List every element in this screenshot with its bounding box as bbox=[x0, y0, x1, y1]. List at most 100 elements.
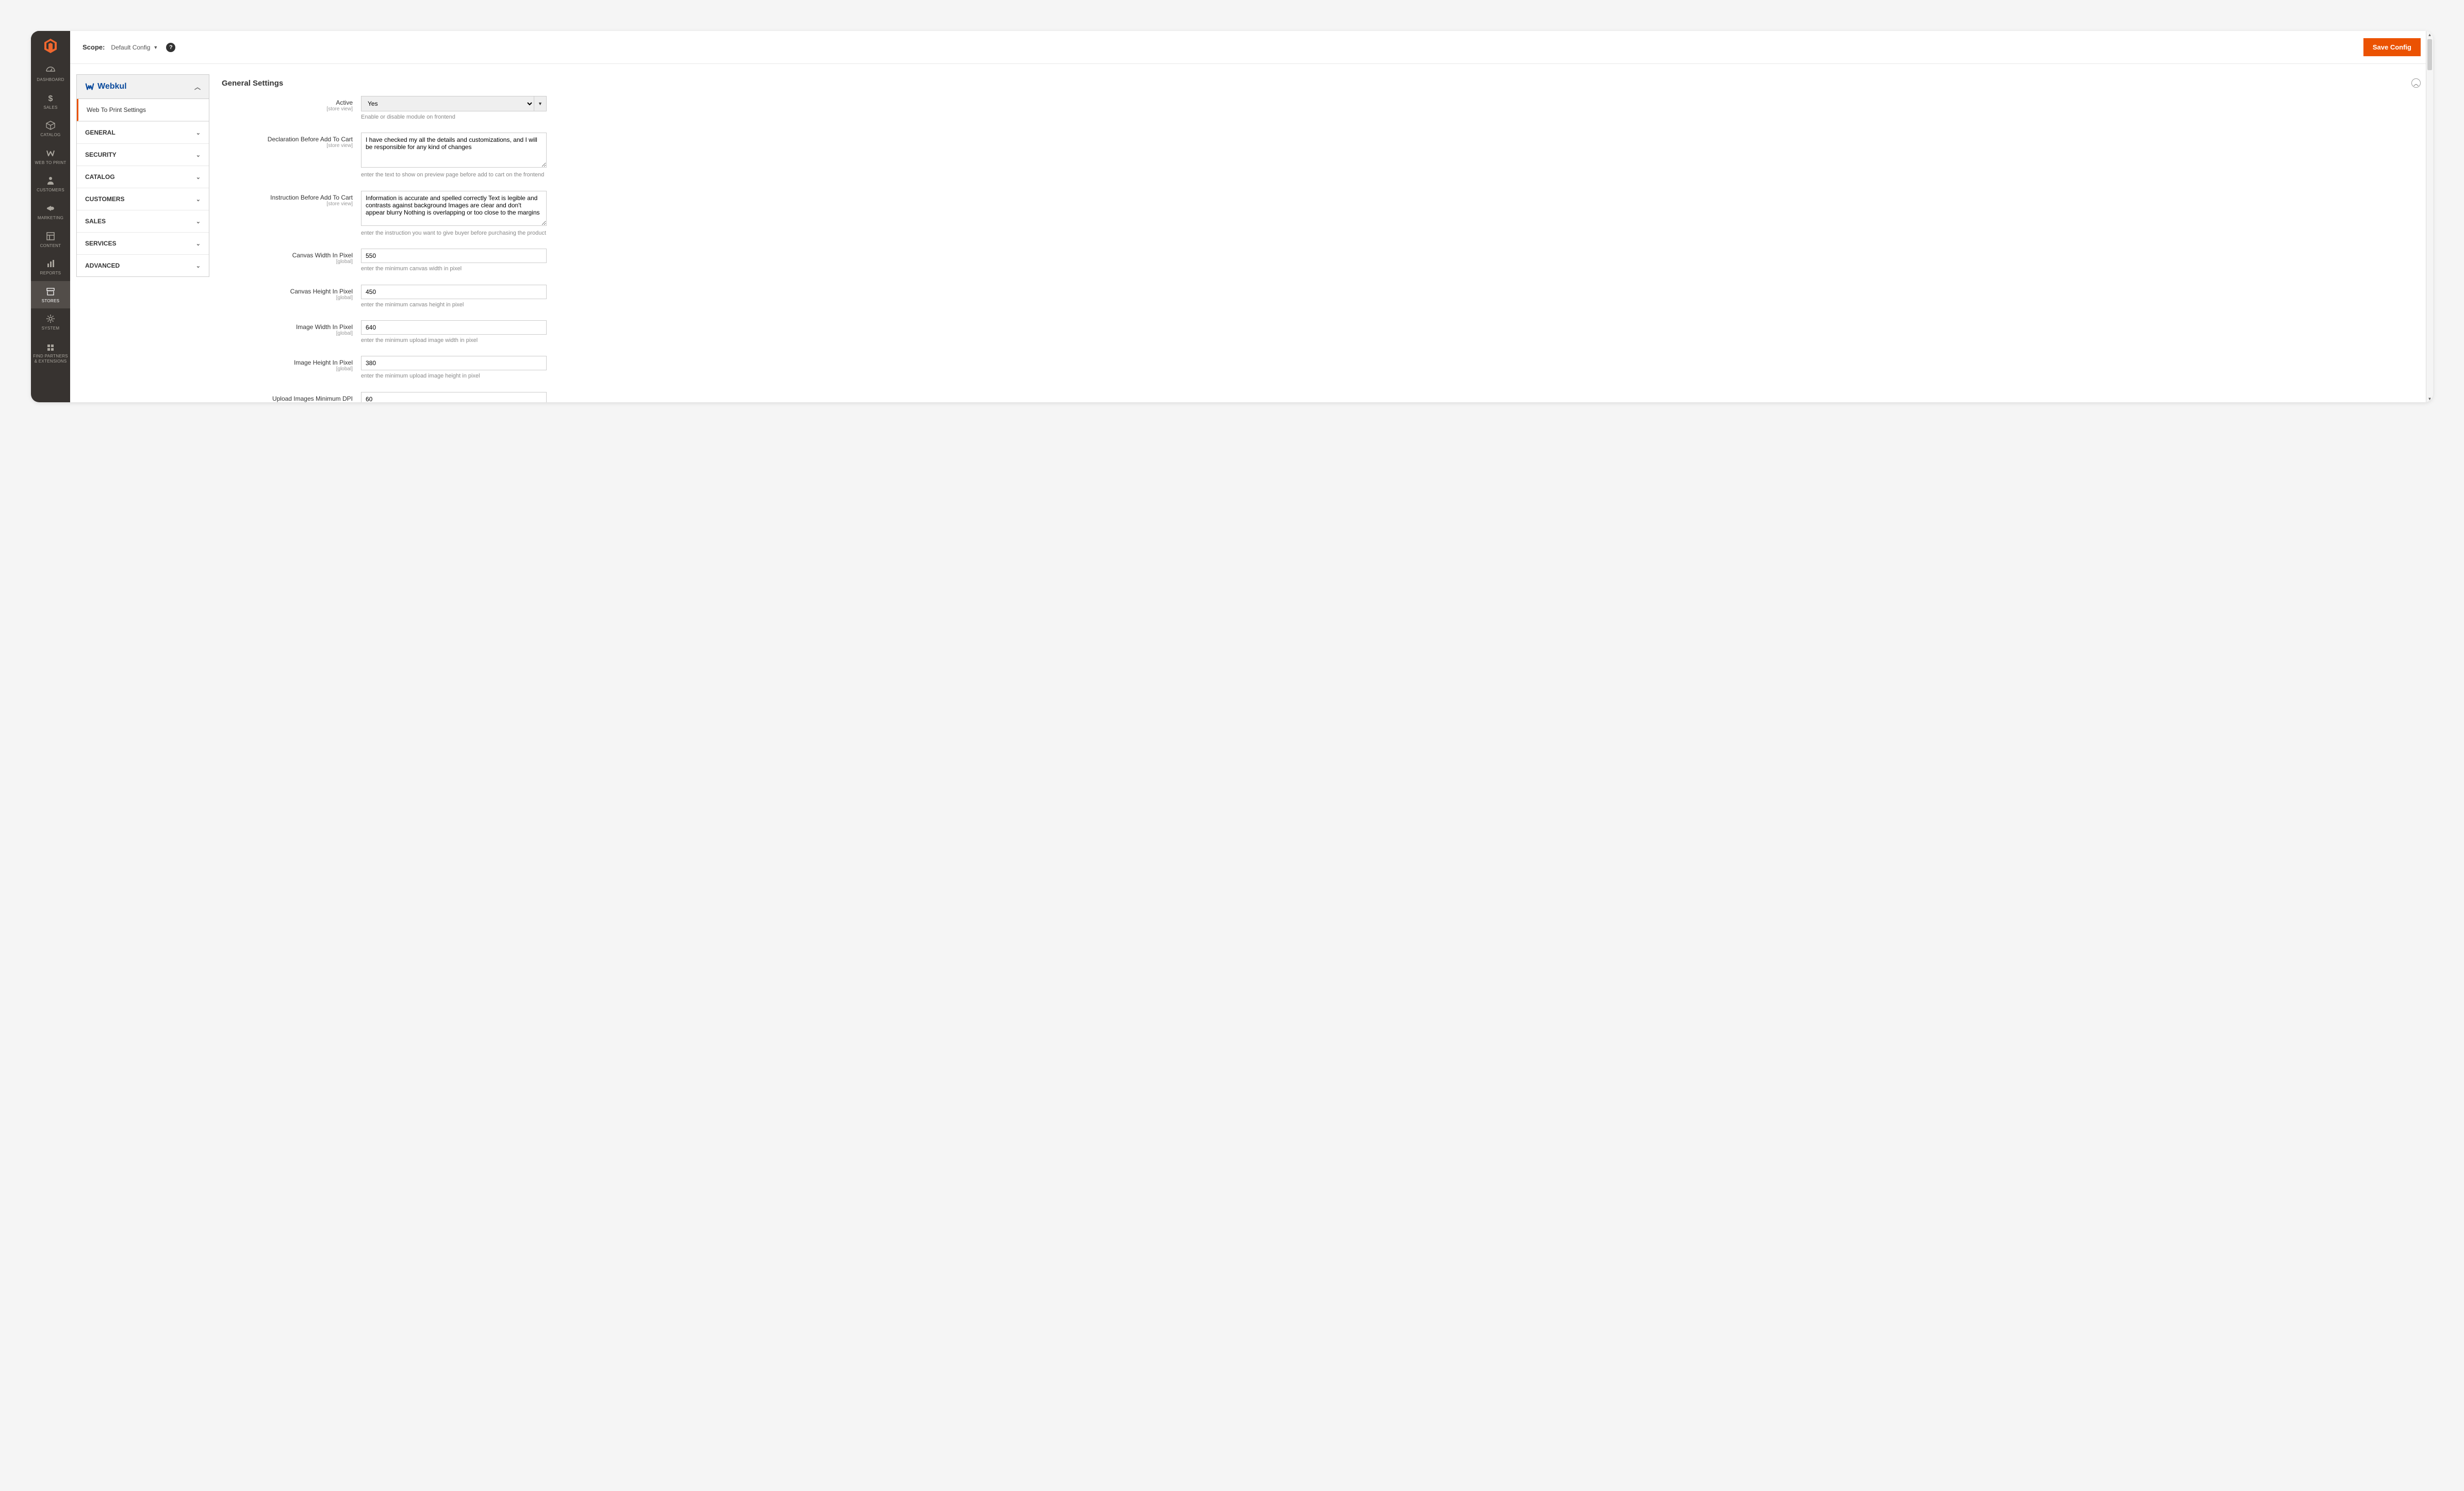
accordion-header-webkul[interactable]: Webkul ︿ bbox=[77, 75, 209, 99]
nav-label: MARKETING bbox=[38, 216, 63, 221]
nav-item-box[interactable]: CATALOG bbox=[31, 115, 70, 143]
help-icon[interactable]: ? bbox=[166, 43, 175, 52]
nav-label: CONTENT bbox=[40, 243, 61, 249]
megaphone-icon bbox=[45, 203, 56, 214]
form-row-0: Active[store view]Yes▼ Enable or disable … bbox=[222, 96, 2421, 121]
nav-item-content[interactable]: CONTENT bbox=[31, 226, 70, 254]
label-text: Upload Images Minimum DPI bbox=[222, 395, 353, 402]
field-control: I have checked my all the details and cu… bbox=[361, 133, 547, 179]
scroll-thumb[interactable] bbox=[2427, 39, 2432, 70]
input-image-width-in-pixel[interactable] bbox=[361, 320, 547, 335]
field-help-text: enter the text to show on preview page b… bbox=[361, 171, 547, 179]
scope-selector[interactable]: Default Config bbox=[111, 44, 150, 51]
accordion-item-services[interactable]: SERVICES⌄ bbox=[77, 232, 209, 254]
field-control: enter the minimum upload image width in … bbox=[361, 320, 547, 345]
input-image-height-in-pixel[interactable] bbox=[361, 356, 547, 370]
label-text: Instruction Before Add To Cart bbox=[222, 194, 353, 201]
nav-item-chart[interactable]: REPORTS bbox=[31, 253, 70, 281]
select-active[interactable]: Yes bbox=[361, 96, 534, 111]
accordion-label: CATALOG bbox=[85, 173, 115, 181]
dropdown-arrow-icon[interactable]: ▼ bbox=[153, 45, 158, 50]
nav-item-dashboard[interactable]: DASHBOARD bbox=[31, 60, 70, 88]
section-header-general-settings[interactable]: General Settings ︿ bbox=[222, 74, 2421, 96]
accordion-label: ADVANCED bbox=[85, 262, 120, 269]
field-label: Active[store view] bbox=[222, 96, 361, 121]
form-row-5: Image Width In Pixel[global]enter the mi… bbox=[222, 320, 2421, 345]
content-icon bbox=[45, 231, 56, 241]
chevron-down-icon: ⌄ bbox=[196, 218, 201, 225]
nav-label: SALES bbox=[43, 105, 57, 110]
accordion-label: GENERAL bbox=[85, 129, 116, 136]
field-help-text: enter the minimum canvas height in pixel bbox=[361, 301, 547, 309]
scroll-up-arrow-icon[interactable]: ▲ bbox=[2426, 31, 2433, 38]
accordion-item-advanced[interactable]: ADVANCED ⌄ bbox=[77, 254, 209, 276]
nav-label: CUSTOMERS bbox=[37, 188, 64, 193]
input-canvas-width-in-pixel[interactable] bbox=[361, 249, 547, 263]
nav-label: FIND PARTNERS & EXTENSIONS bbox=[33, 354, 68, 364]
field-help-text: enter the minimum canvas width in pixel bbox=[361, 265, 547, 273]
config-nav-panel: Webkul ︿ Web To Print Settings GENERAL⌄S… bbox=[70, 64, 209, 402]
webkul-text: Webkul bbox=[97, 82, 127, 91]
nav-item-megaphone[interactable]: MARKETING bbox=[31, 198, 70, 226]
accordion-item-security[interactable]: SECURITY⌄ bbox=[77, 143, 209, 166]
field-control: Yes▼ Enable or disable module on frontend bbox=[361, 96, 547, 121]
nav-item-partners[interactable]: FIND PARTNERS & EXTENSIONS bbox=[31, 336, 70, 369]
field-control: enter the minimum upload image height in… bbox=[361, 356, 547, 380]
field-help-text: Enable or disable module on frontend bbox=[361, 113, 547, 121]
field-label: Image Width In Pixel[global] bbox=[222, 320, 361, 345]
nav-item-stores[interactable]: STORES bbox=[31, 281, 70, 309]
partners-icon bbox=[45, 341, 56, 352]
field-control: enter the minimum canvas height in pixel bbox=[361, 285, 547, 309]
accordion-label: SALES bbox=[85, 218, 106, 225]
dollar-icon: $ bbox=[45, 93, 56, 103]
collapse-icon[interactable]: ︿ bbox=[2411, 78, 2421, 88]
nav-label: REPORTS bbox=[40, 271, 61, 276]
textarea-instruction-before-add-to-cart[interactable]: Information is accurate and spelled corr… bbox=[361, 191, 547, 226]
accordion-label: CUSTOMERS bbox=[85, 195, 124, 203]
vertical-scrollbar[interactable]: ▲ ▼ bbox=[2426, 31, 2433, 402]
accordion-item-general[interactable]: GENERAL⌄ bbox=[77, 121, 209, 143]
accordion-item-customers[interactable]: CUSTOMERS⌄ bbox=[77, 188, 209, 210]
nav-item-gear[interactable]: SYSTEM bbox=[31, 308, 70, 336]
accordion-subitem-w2p-settings[interactable]: Web To Print Settings bbox=[77, 99, 209, 121]
nav-item-dollar[interactable]: $ SALES bbox=[31, 88, 70, 116]
field-label: Declaration Before Add To Cart[store vie… bbox=[222, 133, 361, 179]
chevron-down-icon: ⌄ bbox=[196, 263, 201, 269]
input-upload-images-minimum-dpi[interactable] bbox=[361, 392, 547, 402]
field-label: Canvas Height In Pixel[global] bbox=[222, 285, 361, 309]
nav-item-person[interactable]: CUSTOMERS bbox=[31, 170, 70, 198]
label-scope: [store view] bbox=[222, 106, 353, 112]
label-text: Declaration Before Add To Cart bbox=[222, 136, 353, 143]
magento-logo[interactable] bbox=[31, 31, 70, 60]
label-scope: [global] bbox=[222, 366, 353, 372]
label-text: Image Width In Pixel bbox=[222, 323, 353, 331]
scroll-down-arrow-icon[interactable]: ▼ bbox=[2426, 395, 2433, 402]
field-label: Canvas Width In Pixel[global] bbox=[222, 249, 361, 273]
input-canvas-height-in-pixel[interactable] bbox=[361, 285, 547, 299]
main-area: Scope: Default Config ▼ ? Save Config We… bbox=[70, 31, 2433, 402]
nav-label: CATALOG bbox=[40, 133, 60, 138]
accordion-item-catalog[interactable]: CATALOG⌄ bbox=[77, 166, 209, 188]
nav-item-w2p[interactable]: WEB TO PRINT bbox=[31, 143, 70, 171]
nav-label: DASHBOARD bbox=[37, 77, 64, 83]
field-label: Upload Images Minimum DPI[global] bbox=[222, 392, 361, 402]
save-config-button[interactable]: Save Config bbox=[2363, 38, 2421, 56]
app-window: DASHBOARD $ SALES CATALOG WEB TO PRINT CUSTOM… bbox=[31, 31, 2433, 402]
field-control: Information is accurate and spelled corr… bbox=[361, 191, 547, 237]
admin-sidebar: DASHBOARD $ SALES CATALOG WEB TO PRINT CUSTOM… bbox=[31, 31, 70, 402]
accordion-item-sales[interactable]: SALES ⌄ bbox=[77, 210, 209, 232]
field-label: Image Height In Pixel[global] bbox=[222, 356, 361, 380]
textarea-declaration-before-add-to-cart[interactable]: I have checked my all the details and cu… bbox=[361, 133, 547, 168]
settings-form-panel: General Settings ︿ Active[store view]Yes… bbox=[209, 64, 2433, 402]
section-title: General Settings bbox=[222, 79, 283, 88]
accordion-label: SECURITY bbox=[85, 151, 117, 158]
select-toggle-icon[interactable]: ▼ bbox=[534, 96, 547, 111]
form-row-3: Canvas Width In Pixel[global]enter the m… bbox=[222, 249, 2421, 273]
config-accordion: Webkul ︿ Web To Print Settings GENERAL⌄S… bbox=[76, 74, 209, 277]
dashboard-icon bbox=[45, 65, 56, 75]
label-text: Canvas Width In Pixel bbox=[222, 252, 353, 259]
stores-icon bbox=[45, 286, 56, 297]
label-scope: [store view] bbox=[222, 201, 353, 207]
chevron-down-icon: ⌄ bbox=[196, 240, 201, 247]
gear-icon bbox=[45, 314, 56, 324]
